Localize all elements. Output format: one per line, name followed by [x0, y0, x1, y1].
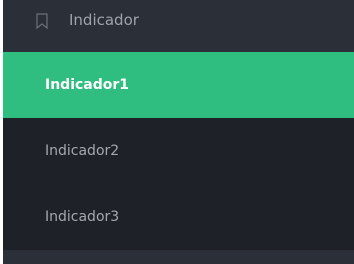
submenu-item-indicador3[interactable]: Indicador3	[3, 184, 354, 250]
submenu-item-indicador2[interactable]: Indicador2	[3, 118, 354, 184]
menu-group-label: Indicador	[69, 11, 139, 29]
menu-group-indicador[interactable]: Indicador	[3, 0, 354, 43]
submenu-item-label: Indicador3	[45, 209, 120, 225]
bookmark-icon	[34, 12, 50, 30]
menu-footer-strip	[3, 250, 354, 264]
sidebar-menu: Indicador Indicador1 Indicador2 Indicado…	[0, 0, 354, 264]
submenu-item-indicador1[interactable]: Indicador1	[3, 52, 354, 118]
submenu-item-label: Indicador1	[45, 77, 130, 93]
submenu-item-label: Indicador2	[45, 143, 120, 159]
submenu: Indicador1 Indicador2 Indicador3	[3, 52, 354, 250]
